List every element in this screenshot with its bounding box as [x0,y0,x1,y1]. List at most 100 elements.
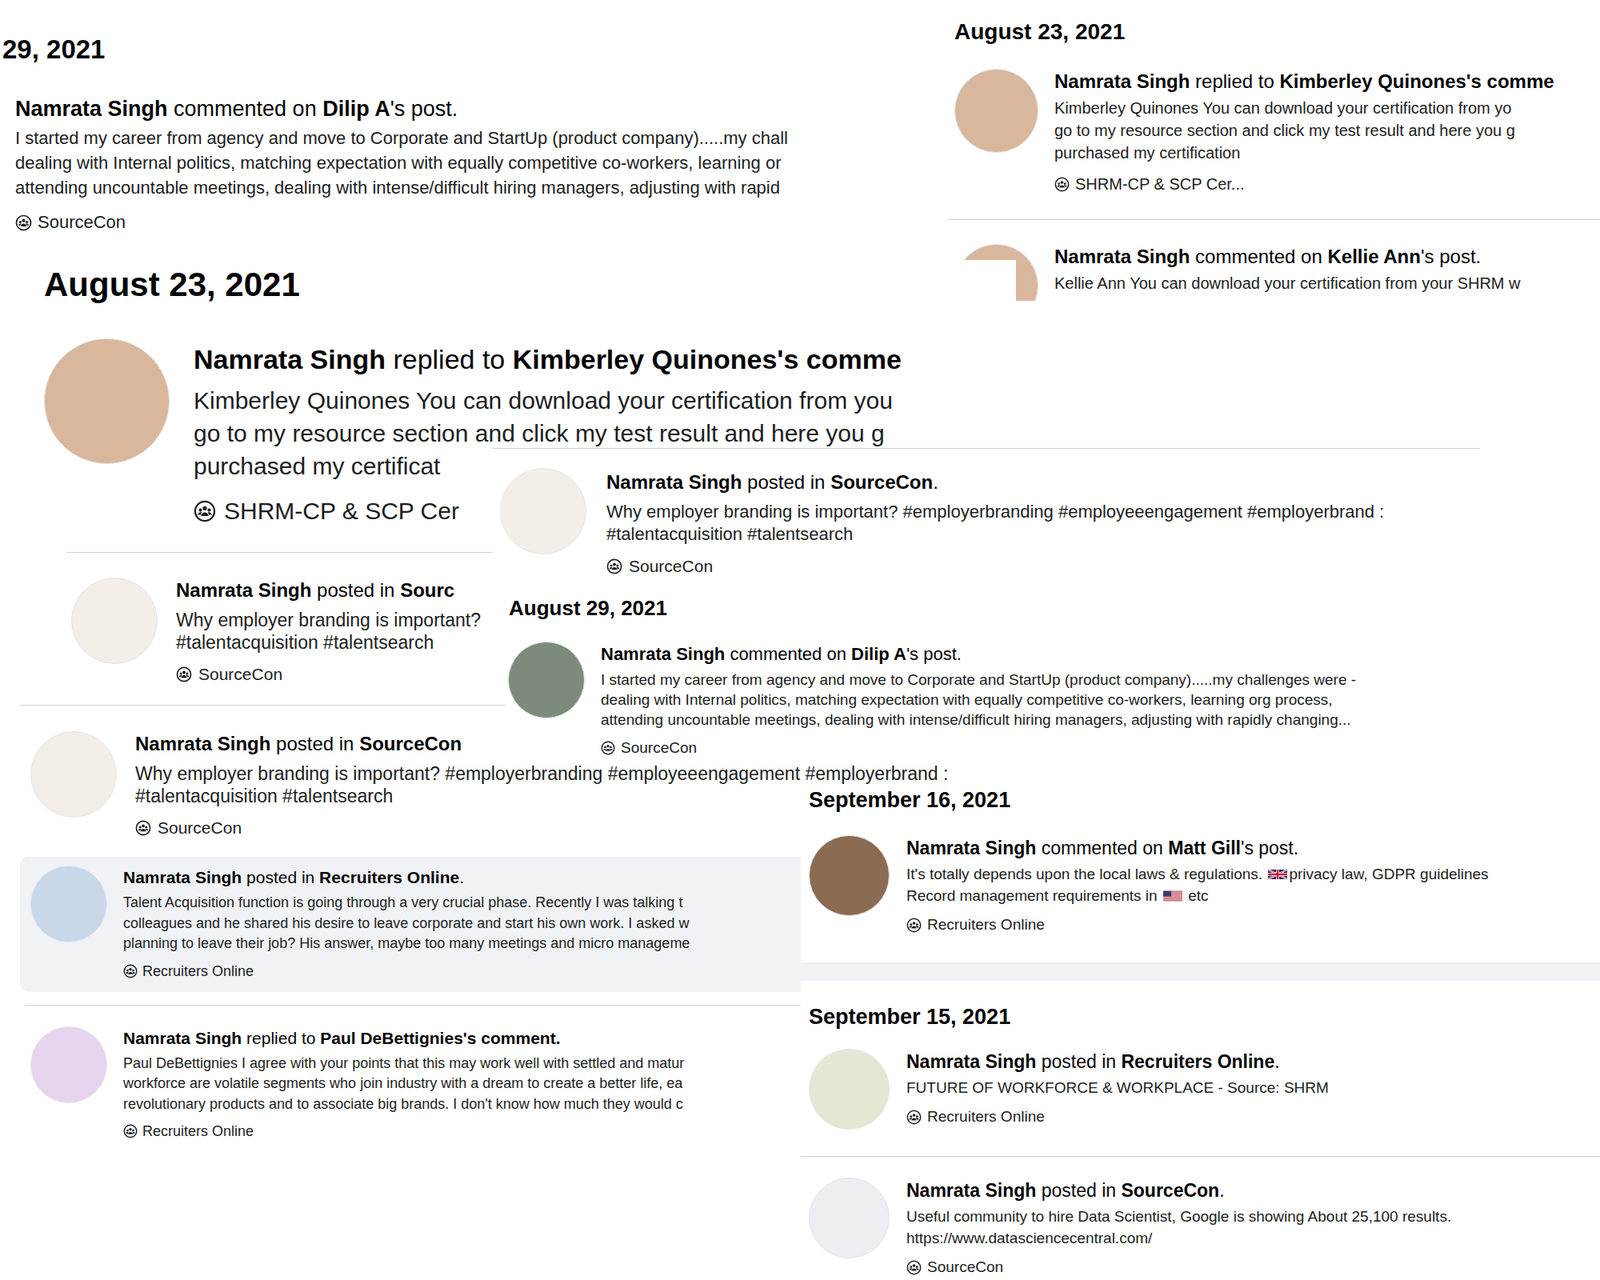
date-header: August 23, 2021 [20,260,1016,306]
activity-log-fragment: 29, 2021 Namrata Singh commented on Dilip… [0,19,944,248]
group-label[interactable]: SourceCon [176,664,481,685]
entry-title[interactable]: Namrata Singh posted in Sourc [176,579,481,602]
uk-flag-icon [1268,868,1288,880]
entry-title[interactable]: Namrata Singh commented on Kellie Ann's … [1054,244,1521,269]
activity-entry[interactable]: Namrata Singh posted in SourceCon. Why em… [492,448,1480,577]
activity-entry[interactable]: Namrata Singh posted in SourceCon. Useful… [800,1156,1600,1277]
group-icon [123,964,138,979]
date-header: 29, 2021 [0,19,944,66]
activity-entry[interactable]: Namrata Singh commented on Dilip A's pos… [505,641,1480,758]
entry-body-line: go to my resource section and click my t… [193,416,902,450]
group-icon [606,558,623,575]
date-section: 29, 2021 Namrata Singh commented on Dilip… [0,19,944,234]
entry-title[interactable]: Namrata Singh replied to Kimberley Quino… [193,341,902,377]
group-icon [600,740,616,756]
avatar-image[interactable] [44,338,170,464]
date-section: September 16, 2021 Namrata Singh commente… [800,787,1600,963]
activity-entry[interactable]: Namrata Singh commented on Matt Gill's p… [800,835,1600,963]
date-section: September 15, 2021 Namrata Singh posted i… [800,962,1600,1277]
date-header: September 15, 2021 [800,1004,1600,1030]
activity-log-fragment: Namrata Singh posted in SourceCon. Why em… [492,448,1480,582]
entry-title[interactable]: Namrata Singh commented on Matt Gill's p… [906,836,1489,860]
entry-body-line: colleagues and he shared his desire to l… [123,913,690,935]
activity-entry[interactable]: Namrata Singh posted in Recruiters Onlin… [800,1048,1600,1156]
entry-title[interactable]: Namrata Singh commented on Dilip A's pos… [600,643,1356,666]
activity-log-fragment: August 23, 2021 Namrata Singh replied to … [948,15,1600,301]
entry-body-line: Why employer branding is important? [176,608,481,632]
group-icon [906,917,922,933]
activity-log-fragment: August 29, 2021 Namrata Singh commented o… [505,584,1480,760]
group-label[interactable]: Recruiters Online [906,1107,1329,1127]
group-icon [15,214,32,232]
entry-body-line: https://www.datasciencecentral.com/ [906,1227,1452,1249]
entry-title[interactable]: Namrata Singh posted in Recruiters Onlin… [906,1050,1329,1073]
group-label[interactable]: SHRM-CP & SCP Cer... [1054,173,1555,195]
date-header: August 23, 2021 [948,15,1600,46]
entry-body-line: go to my resource section and click my t… [1054,119,1555,142]
entry-body-line: Why employer branding is important? #emp… [135,762,948,785]
activity-entry[interactable]: Namrata Singh commented on Kellie Ann's … [948,219,1600,301]
avatar-image[interactable] [500,468,587,555]
group-icon [1054,176,1070,192]
date-header: September 16, 2021 [800,787,1600,813]
group-icon [123,1124,138,1139]
entry-body-line: #talentacquisition #talentsearch [176,631,481,654]
entry-body-line: #talentacquisition #talentsearch [606,523,1384,546]
date-section: August 23, 2021 Namrata Singh replied to … [948,15,1600,301]
date-section: Namrata Singh posted in Recruiters Onlin… [20,856,801,1141]
group-label[interactable]: Recruiters Online [123,961,690,981]
group-label[interactable]: SourceCon [606,556,1384,577]
entry-title[interactable]: Namrata Singh posted in SourceCon. [906,1179,1452,1202]
activity-log-fragment: Namrata Singh posted in Recruiters Onlin… [20,852,801,1156]
entry-body-line: Kellie Ann You can download your certifi… [1054,272,1521,295]
entry-body-line: workforce are volatile segments who join… [123,1073,684,1095]
group-icon [135,820,152,836]
group-label[interactable]: SourceCon [15,211,788,234]
entry-title[interactable]: Namrata Singh posted in Recruiters Onlin… [123,867,690,888]
activity-entry[interactable]: Namrata Singh commented on Dilip A's pos… [0,95,944,234]
entry-body-line: Why employer branding is important? #emp… [606,500,1384,524]
us-flag-icon [1163,890,1183,902]
group-icon [906,1109,922,1125]
entry-body-line: purchased my certification [1054,141,1555,164]
entry-title[interactable]: Namrata Singh commented on Dilip A's pos… [15,95,788,123]
avatar-image[interactable] [30,731,117,818]
entry-title[interactable]: Namrata Singh posted in SourceCon. [606,470,1384,495]
entry-body-line: It's totally depends upon the local laws… [906,863,1489,885]
avatar-image[interactable] [71,577,158,664]
avatar-image[interactable] [954,68,1039,153]
activity-entry[interactable]: Namrata Singh posted in Recruiters Onlin… [20,856,801,992]
entry-body-line: dealing with Internal politics, matching… [600,689,1356,710]
group-icon [176,666,192,683]
entry-body-line: revolutionary products and to associate … [123,1094,684,1116]
entry-body-line: Kimberley Quinones You can download your… [1054,96,1555,120]
avatar-image[interactable] [808,1048,890,1130]
activity-log-collage: 29, 2021 Namrata Singh commented on Dilip… [0,0,1600,1280]
entry-body-line: FUTURE OF WORKFORCE & WORKPLACE - Source… [906,1076,1329,1099]
entry-body-line: planning to leave their job? His answer,… [123,933,690,955]
entry-body-line: attending uncountable meetings, dealing … [15,175,788,200]
group-label[interactable]: SourceCon [906,1257,1452,1277]
activity-entry[interactable]: Namrata Singh replied to Paul DeBettigni… [25,1004,801,1142]
date-header: August 29, 2021 [505,584,1480,621]
group-label[interactable]: Recruiters Online [906,915,1489,935]
group-icon [906,1260,922,1276]
group-label[interactable]: Recruiters Online [123,1121,684,1141]
entry-body-line: Record management requirements in etc [906,884,1489,907]
group-icon [193,500,216,523]
group-label[interactable]: SourceCon [600,738,1356,758]
avatar-image[interactable] [808,835,890,916]
entry-body-line: Useful community to hire Data Scientist,… [906,1205,1452,1228]
avatar-image[interactable] [808,1177,890,1259]
date-section: Namrata Singh posted in SourceCon. Why em… [492,448,1480,577]
avatar-image[interactable] [508,641,585,719]
entry-body-line: Paul DeBettignies I agree with your poin… [123,1053,684,1075]
entry-title[interactable]: Namrata Singh replied to Paul DeBettigni… [123,1028,684,1049]
avatar-image[interactable] [30,1026,108,1104]
entry-title[interactable]: Namrata Singh replied to Kimberley Quino… [1054,69,1555,94]
activity-log-fragment: September 16, 2021 Namrata Singh commente… [800,787,1600,1280]
avatar-image[interactable] [30,865,108,943]
entry-body-line: dealing with Internal politics, matching… [15,150,788,176]
activity-entry[interactable]: Namrata Singh replied to Kimberley Quino… [948,68,1600,220]
entry-body-line: Talent Acquisition function is going thr… [123,892,690,914]
